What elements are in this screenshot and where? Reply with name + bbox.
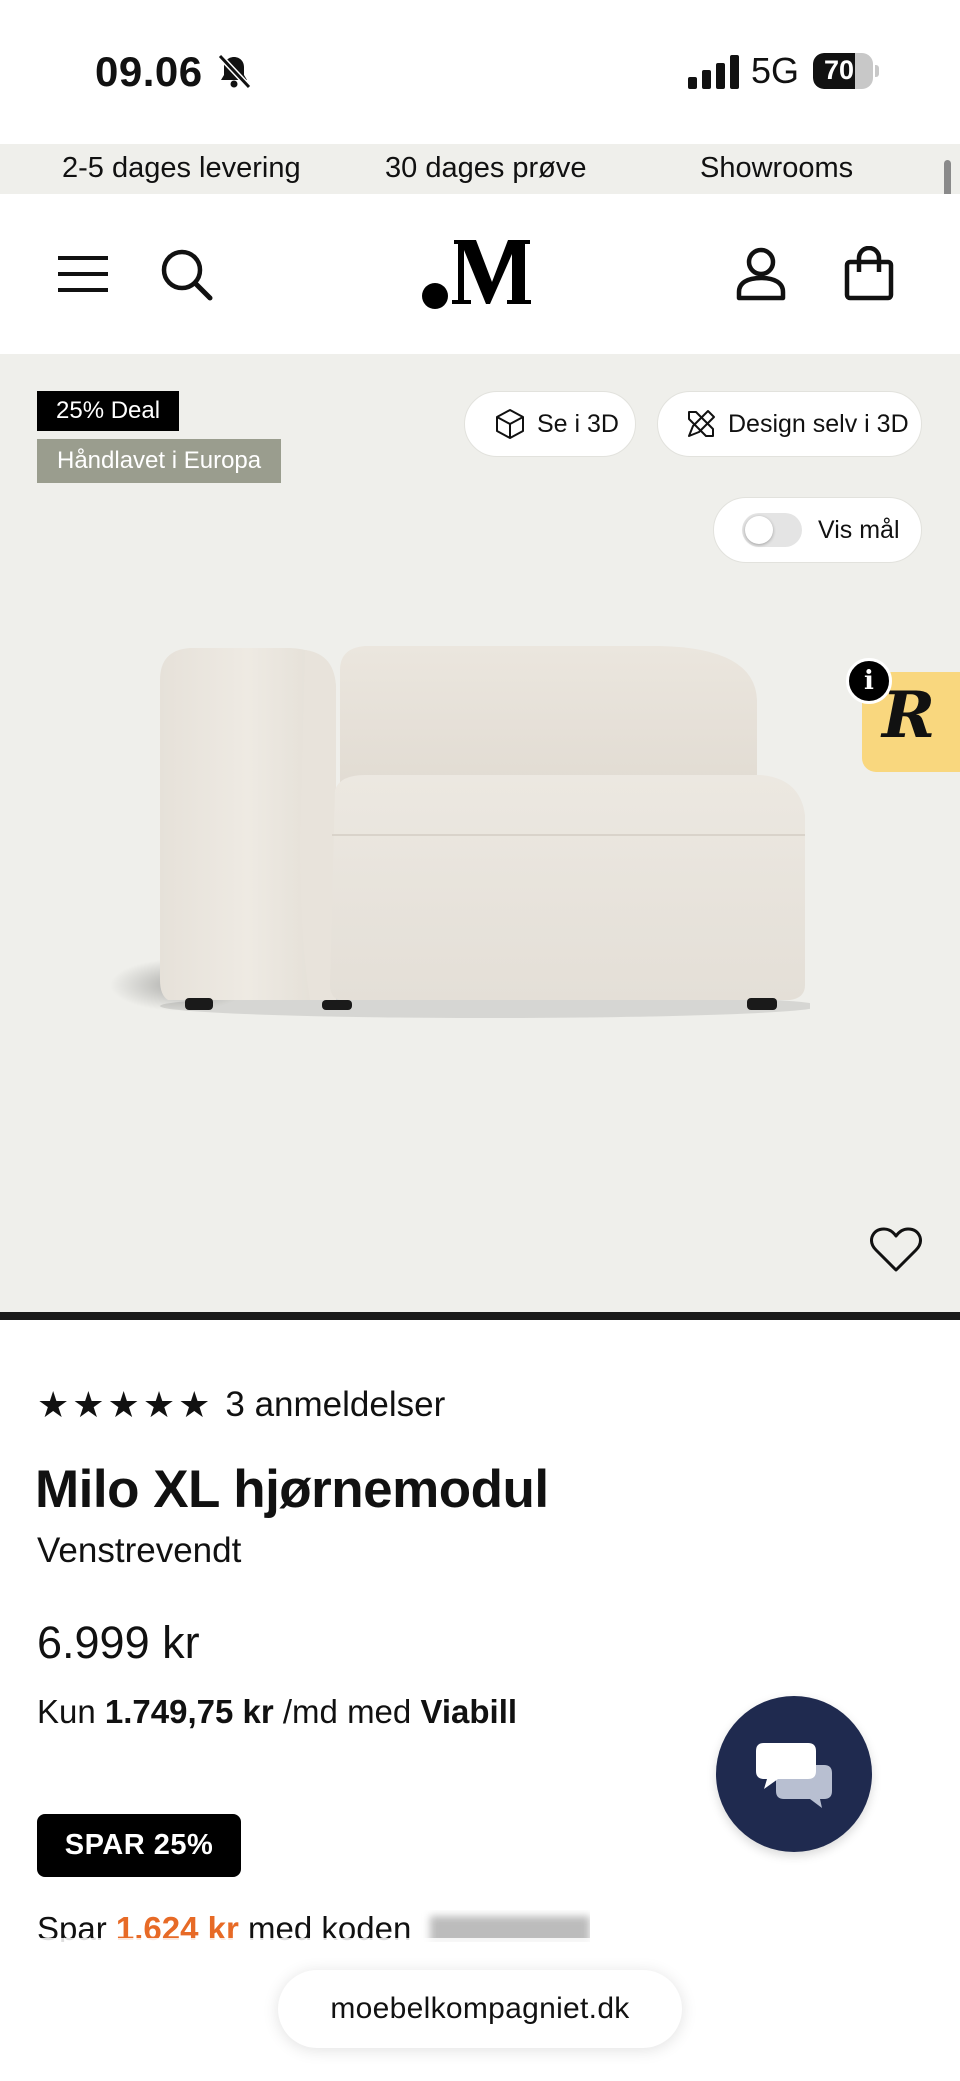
star-rating-icons: ★★★★★ [37,1384,214,1425]
sofa-leg [747,998,777,1010]
installment-provider: Viabill [420,1693,518,1730]
logo[interactable] [420,234,540,310]
search-icon[interactable] [158,246,214,302]
product-image-sofa[interactable] [100,640,810,1020]
battery-percent: 70 [823,55,855,85]
handmade-badge: Håndlavet i Europa [37,439,282,483]
installment-info[interactable]: Kun 1.749,75 kr /md med Viabill [37,1693,517,1731]
favorite-heart-icon[interactable] [870,1226,922,1274]
product-variant: Venstrevendt [37,1531,242,1570]
gallery-progress-bar [0,1312,960,1320]
design-3d-button[interactable]: Design selv i 3D [657,391,922,457]
chat-bubbles-icon [756,1743,832,1808]
status-time: 09.06 [95,48,203,95]
see-3d-button[interactable]: Se i 3D [464,391,636,457]
usp-trial[interactable]: 30 dages prøve [385,152,587,185]
sofa-leg [322,1000,352,1010]
cube-icon [496,409,524,439]
user-icon[interactable] [733,246,789,302]
product-price: 6.999 kr [37,1617,200,1668]
sofa-arm-inner [300,650,336,1000]
network-label: 5G [751,50,800,91]
product-title: Milo XL hjørnemodul [35,1460,549,1519]
design-3d-label: Design selv i 3D [728,409,909,438]
battery-cap [875,65,879,77]
save-badge: SPAR 25% [37,1814,241,1877]
show-dimensions-button[interactable]: Vis mål [713,497,922,563]
status-bar: 09.06 5G 70 [0,0,960,144]
deal-badge: 25% Deal [37,391,180,431]
usp-delivery[interactable]: 2-5 dages levering [62,152,301,185]
show-dimensions-label: Vis mål [818,515,900,544]
battery-icon: 70 [813,53,879,89]
usp-bar: 2-5 dages levering 30 dages prøve Showro… [0,144,960,194]
usp-showrooms[interactable]: Showrooms [700,152,853,185]
sofa-seat [330,775,805,1000]
sofa-leg [185,998,213,1010]
show-dimensions-toggle[interactable] [742,513,802,547]
site-header [0,194,960,354]
info-icon[interactable]: i [846,658,892,704]
signal-icon [688,55,739,89]
review-count[interactable]: 3 anmeldelser [225,1385,445,1425]
bell-muted-icon [217,53,252,90]
menu-icon[interactable] [55,246,111,302]
installment-middle: /md med [282,1693,412,1730]
installment-prefix: Kun [37,1693,96,1730]
toggle-knob [745,516,773,544]
installment-amount: 1.749,75 kr [104,1693,274,1730]
url-bar[interactable]: moebelkompagniet.dk [278,1970,682,2048]
design-tools-icon [688,410,715,437]
see-3d-label: Se i 3D [537,409,619,438]
bag-icon[interactable] [841,246,897,302]
chat-button[interactable] [716,1696,872,1852]
rating[interactable]: ★★★★★ 3 anmeldelser [37,1384,445,1426]
